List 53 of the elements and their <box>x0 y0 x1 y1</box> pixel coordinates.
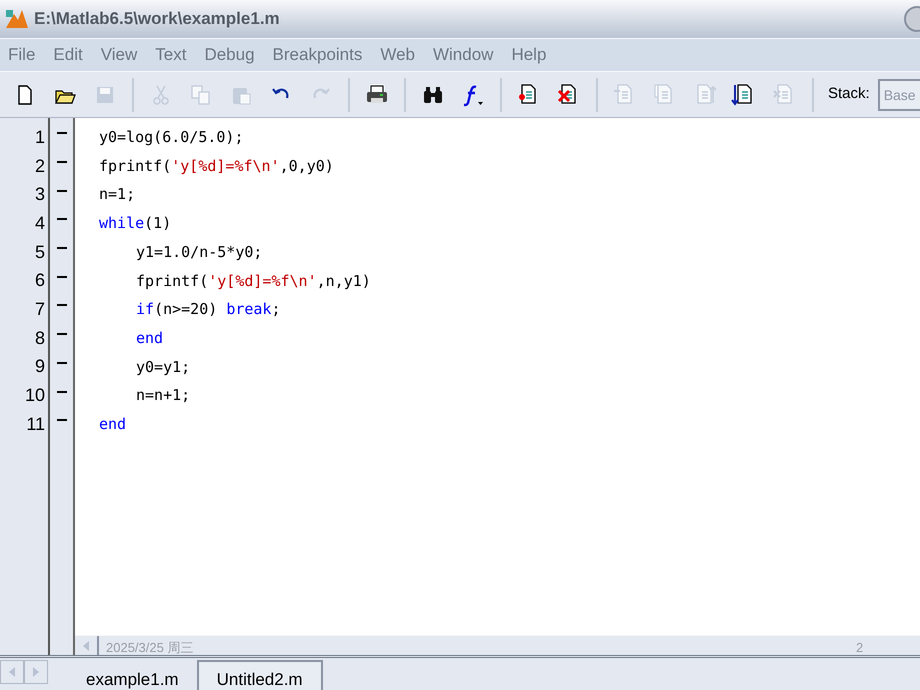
window-title: E:\Matlab6.5\work\example1.m <box>34 8 281 30</box>
breakpoint-marker-icon[interactable] <box>56 247 66 250</box>
menu-item[interactable]: Text <box>155 42 186 68</box>
menu-item[interactable]: View <box>100 42 138 68</box>
breakpoint-marker-icon[interactable] <box>56 419 66 422</box>
line-number: 2 <box>34 154 45 178</box>
code-line: if(n>=20) break; <box>136 299 280 320</box>
breakpoint-marker-icon[interactable] <box>56 304 66 306</box>
breakpoint-marker-icon[interactable] <box>56 161 66 164</box>
line-number: 3 <box>34 183 45 206</box>
menu-item[interactable]: Edit <box>53 42 83 68</box>
menu-item[interactable]: Window <box>432 42 494 68</box>
line-number: 7 <box>34 298 45 321</box>
code-line: end <box>136 328 164 349</box>
line-number: 10 <box>24 384 45 408</box>
menu-item[interactable]: Breakpoints <box>272 42 362 68</box>
breakpoint-marker-icon[interactable] <box>56 132 66 134</box>
line-number: 11 <box>26 412 45 436</box>
code-line: y0=y1; <box>136 356 190 378</box>
breakpoint-marker-icon[interactable] <box>56 190 66 192</box>
code-line: fprintf('y[%d]=%f\n',n,y1) <box>136 270 371 292</box>
line-number: 1 <box>34 126 45 149</box>
horizontal-scrollbar[interactable] <box>75 635 920 655</box>
breakpoint-marker-icon[interactable] <box>56 276 66 278</box>
menu-item[interactable]: File <box>8 42 36 68</box>
breakpoint-marker-icon[interactable] <box>56 333 66 336</box>
function-icon <box>461 82 485 106</box>
menu-item[interactable]: Debug <box>204 42 255 68</box>
scroll-left-icon <box>83 640 89 650</box>
menu-item[interactable]: Web <box>380 42 415 68</box>
code-line: fprintf('y[%d]=%f\n',0,y0) <box>99 156 334 177</box>
file-tab[interactable]: Untitled2.m <box>196 660 323 690</box>
left-arrow-icon <box>9 667 15 677</box>
line-number: 9 <box>34 355 45 378</box>
breakpoint-marker-icon[interactable] <box>56 218 66 220</box>
code-line: n=1; <box>99 184 136 206</box>
code-line: y0=log(6.0/5.0); <box>99 127 244 148</box>
breakpoint-marker-icon[interactable] <box>56 362 66 364</box>
code-area[interactable]: y0=log(6.0/5.0); fprintf('y[%d]=%f\n',0,y0) n=1; while(1) y1=1.0/n-5*y0; fprintf('y[%d]=%f\n',n,y1) if(n>=20) break; end y0=y1; n=n+1; end <box>75 118 920 635</box>
menu-item[interactable]: Help <box>511 42 546 68</box>
breakpoint-marker-icon[interactable] <box>56 390 66 393</box>
line-number: 5 <box>34 240 45 264</box>
stack-label: Stack: <box>828 84 870 104</box>
line-number: 6 <box>34 269 45 292</box>
code-line: y1=1.0/n-5*y0; <box>136 242 262 263</box>
code-line: end <box>99 414 126 435</box>
slide-page-number: 2 <box>856 639 864 657</box>
line-number: 8 <box>34 326 45 350</box>
line-number: 4 <box>34 212 45 235</box>
code-line: n=n+1; <box>136 385 190 406</box>
code-line: while(1) <box>99 213 172 234</box>
right-arrow-icon <box>33 667 39 677</box>
slide-date: 2025/3/25 周三 <box>106 639 194 657</box>
